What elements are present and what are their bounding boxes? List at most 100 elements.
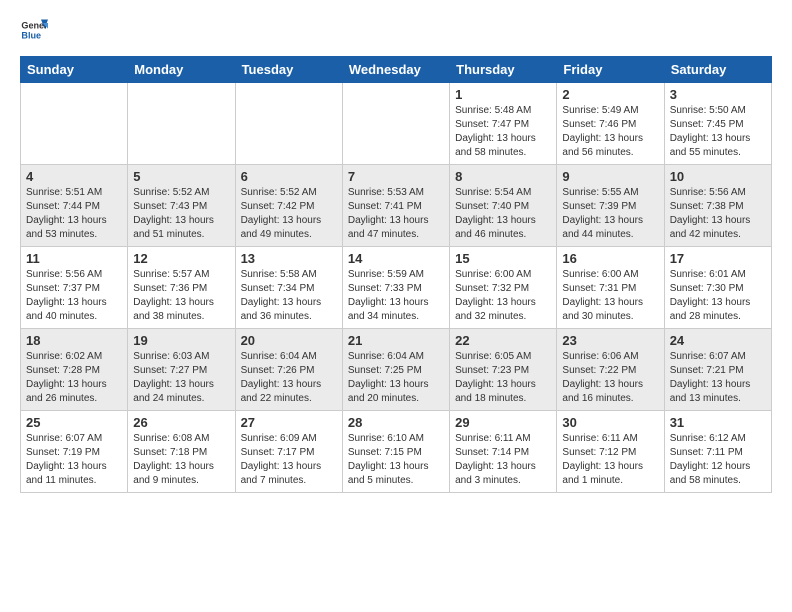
day-info: Sunrise: 6:00 AMSunset: 7:31 PMDaylight:… xyxy=(562,268,658,324)
calendar-week-2: 4 Sunrise: 5:51 AMSunset: 7:44 PMDaylight… xyxy=(21,165,772,247)
day-number: 3 xyxy=(670,87,766,102)
day-info: Sunrise: 5:52 AMSunset: 7:43 PMDaylight:… xyxy=(133,186,229,242)
calendar: SundayMondayTuesdayWednesdayThursdayFrid… xyxy=(20,56,772,493)
day-info: Sunrise: 5:51 AMSunset: 7:44 PMDaylight:… xyxy=(26,186,122,242)
day-number: 8 xyxy=(455,169,551,184)
day-info: Sunrise: 6:02 AMSunset: 7:28 PMDaylight:… xyxy=(26,350,122,406)
calendar-header-row: SundayMondayTuesdayWednesdayThursdayFrid… xyxy=(21,57,772,83)
calendar-cell: 20Sunrise: 6:04 AMSunset: 7:26 PMDayligh… xyxy=(235,329,342,411)
day-number: 31 xyxy=(670,415,766,430)
day-info: Sunrise: 5:58 AMSunset: 7:34 PMDaylight:… xyxy=(241,268,337,324)
day-info: Sunrise: 6:12 AMSunset: 7:11 PMDaylight:… xyxy=(670,432,766,488)
day-of-week-wednesday: Wednesday xyxy=(342,57,449,83)
day-of-week-monday: Monday xyxy=(128,57,235,83)
day-number: 2 xyxy=(562,87,658,102)
calendar-cell: 17 Sunrise: 6:01 AMSunset: 7:30 PMDayligh… xyxy=(664,247,771,329)
day-info: Sunrise: 5:59 AMSunset: 7:33 PMDaylight:… xyxy=(348,268,444,324)
day-number: 20 xyxy=(241,333,337,348)
calendar-cell: 14 Sunrise: 5:59 AMSunset: 7:33 PMDayligh… xyxy=(342,247,449,329)
calendar-cell: 27Sunrise: 6:09 AMSunset: 7:17 PMDayligh… xyxy=(235,411,342,493)
day-info: Sunrise: 6:07 AMSunset: 7:21 PMDaylight:… xyxy=(670,350,766,406)
header: General Blue xyxy=(20,16,772,44)
calendar-cell xyxy=(128,83,235,165)
calendar-cell: 22 Sunrise: 6:05 AMSunset: 7:23 PMDayligh… xyxy=(450,329,557,411)
logo-icon: General Blue xyxy=(20,16,48,44)
day-number: 14 xyxy=(348,251,444,266)
day-info: Sunrise: 6:04 AMSunset: 7:25 PMDaylight:… xyxy=(348,350,444,406)
calendar-cell: 23 Sunrise: 6:06 AMSunset: 7:22 PMDayligh… xyxy=(557,329,664,411)
calendar-week-4: 18 Sunrise: 6:02 AMSunset: 7:28 PMDayligh… xyxy=(21,329,772,411)
day-info: Sunrise: 5:57 AMSunset: 7:36 PMDaylight:… xyxy=(133,268,229,324)
day-of-week-sunday: Sunday xyxy=(21,57,128,83)
calendar-cell: 21 Sunrise: 6:04 AMSunset: 7:25 PMDayligh… xyxy=(342,329,449,411)
day-number: 7 xyxy=(348,169,444,184)
day-info: Sunrise: 6:01 AMSunset: 7:30 PMDaylight:… xyxy=(670,268,766,324)
calendar-cell: 11Sunrise: 5:56 AMSunset: 7:37 PMDayligh… xyxy=(21,247,128,329)
day-number: 4 xyxy=(26,169,122,184)
day-number: 17 xyxy=(670,251,766,266)
calendar-week-3: 11Sunrise: 5:56 AMSunset: 7:37 PMDayligh… xyxy=(21,247,772,329)
calendar-cell: 10Sunrise: 5:56 AMSunset: 7:38 PMDayligh… xyxy=(664,165,771,247)
calendar-cell: 25Sunrise: 6:07 AMSunset: 7:19 PMDayligh… xyxy=(21,411,128,493)
day-info: Sunrise: 5:52 AMSunset: 7:42 PMDaylight:… xyxy=(241,186,337,242)
calendar-week-1: 1Sunrise: 5:48 AMSunset: 7:47 PMDaylight… xyxy=(21,83,772,165)
calendar-cell: 13 Sunrise: 5:58 AMSunset: 7:34 PMDayligh… xyxy=(235,247,342,329)
day-number: 13 xyxy=(241,251,337,266)
calendar-cell xyxy=(342,83,449,165)
day-number: 15 xyxy=(455,251,551,266)
day-number: 18 xyxy=(26,333,122,348)
calendar-cell: 31 Sunrise: 6:12 AMSunset: 7:11 PMDayligh… xyxy=(664,411,771,493)
day-info: Sunrise: 5:55 AMSunset: 7:39 PMDaylight:… xyxy=(562,186,658,242)
day-info: Sunrise: 6:03 AMSunset: 7:27 PMDaylight:… xyxy=(133,350,229,406)
calendar-cell xyxy=(235,83,342,165)
day-number: 11 xyxy=(26,251,122,266)
calendar-cell: 4 Sunrise: 5:51 AMSunset: 7:44 PMDaylight… xyxy=(21,165,128,247)
day-info: Sunrise: 6:11 AMSunset: 7:12 PMDaylight:… xyxy=(562,432,658,488)
svg-text:Blue: Blue xyxy=(21,30,41,40)
calendar-cell: 24 Sunrise: 6:07 AMSunset: 7:21 PMDayligh… xyxy=(664,329,771,411)
day-number: 23 xyxy=(562,333,658,348)
day-number: 27 xyxy=(241,415,337,430)
day-number: 16 xyxy=(562,251,658,266)
calendar-cell xyxy=(21,83,128,165)
day-number: 22 xyxy=(455,333,551,348)
calendar-cell: 12Sunrise: 5:57 AMSunset: 7:36 PMDayligh… xyxy=(128,247,235,329)
day-info: Sunrise: 5:49 AMSunset: 7:46 PMDaylight:… xyxy=(562,104,658,160)
day-of-week-saturday: Saturday xyxy=(664,57,771,83)
calendar-cell: 7 Sunrise: 5:53 AMSunset: 7:41 PMDaylight… xyxy=(342,165,449,247)
day-info: Sunrise: 6:05 AMSunset: 7:23 PMDaylight:… xyxy=(455,350,551,406)
calendar-week-5: 25Sunrise: 6:07 AMSunset: 7:19 PMDayligh… xyxy=(21,411,772,493)
calendar-cell: 5 Sunrise: 5:52 AMSunset: 7:43 PMDaylight… xyxy=(128,165,235,247)
calendar-cell: 1Sunrise: 5:48 AMSunset: 7:47 PMDaylight… xyxy=(450,83,557,165)
day-info: Sunrise: 6:06 AMSunset: 7:22 PMDaylight:… xyxy=(562,350,658,406)
day-info: Sunrise: 6:08 AMSunset: 7:18 PMDaylight:… xyxy=(133,432,229,488)
logo: General Blue xyxy=(20,16,52,44)
calendar-cell: 3Sunrise: 5:50 AMSunset: 7:45 PMDaylight… xyxy=(664,83,771,165)
calendar-cell: 18 Sunrise: 6:02 AMSunset: 7:28 PMDayligh… xyxy=(21,329,128,411)
calendar-cell: 26 Sunrise: 6:08 AMSunset: 7:18 PMDayligh… xyxy=(128,411,235,493)
day-number: 24 xyxy=(670,333,766,348)
day-number: 6 xyxy=(241,169,337,184)
day-info: Sunrise: 5:56 AMSunset: 7:38 PMDaylight:… xyxy=(670,186,766,242)
calendar-cell: 2 Sunrise: 5:49 AMSunset: 7:46 PMDaylight… xyxy=(557,83,664,165)
calendar-cell: 6 Sunrise: 5:52 AMSunset: 7:42 PMDaylight… xyxy=(235,165,342,247)
page: General Blue SundayMondayTuesdayWednesda… xyxy=(0,0,792,509)
day-info: Sunrise: 5:48 AMSunset: 7:47 PMDaylight:… xyxy=(455,104,551,160)
calendar-cell: 15 Sunrise: 6:00 AMSunset: 7:32 PMDayligh… xyxy=(450,247,557,329)
calendar-cell: 19 Sunrise: 6:03 AMSunset: 7:27 PMDayligh… xyxy=(128,329,235,411)
day-info: Sunrise: 6:11 AMSunset: 7:14 PMDaylight:… xyxy=(455,432,551,488)
day-number: 21 xyxy=(348,333,444,348)
day-number: 9 xyxy=(562,169,658,184)
day-info: Sunrise: 6:00 AMSunset: 7:32 PMDaylight:… xyxy=(455,268,551,324)
calendar-cell: 30Sunrise: 6:11 AMSunset: 7:12 PMDayligh… xyxy=(557,411,664,493)
day-number: 25 xyxy=(26,415,122,430)
day-info: Sunrise: 5:53 AMSunset: 7:41 PMDaylight:… xyxy=(348,186,444,242)
calendar-cell: 9 Sunrise: 5:55 AMSunset: 7:39 PMDaylight… xyxy=(557,165,664,247)
calendar-cell: 28Sunrise: 6:10 AMSunset: 7:15 PMDayligh… xyxy=(342,411,449,493)
day-number: 19 xyxy=(133,333,229,348)
day-number: 26 xyxy=(133,415,229,430)
day-number: 5 xyxy=(133,169,229,184)
calendar-cell: 8Sunrise: 5:54 AMSunset: 7:40 PMDaylight… xyxy=(450,165,557,247)
day-of-week-friday: Friday xyxy=(557,57,664,83)
calendar-cell: 16 Sunrise: 6:00 AMSunset: 7:31 PMDayligh… xyxy=(557,247,664,329)
